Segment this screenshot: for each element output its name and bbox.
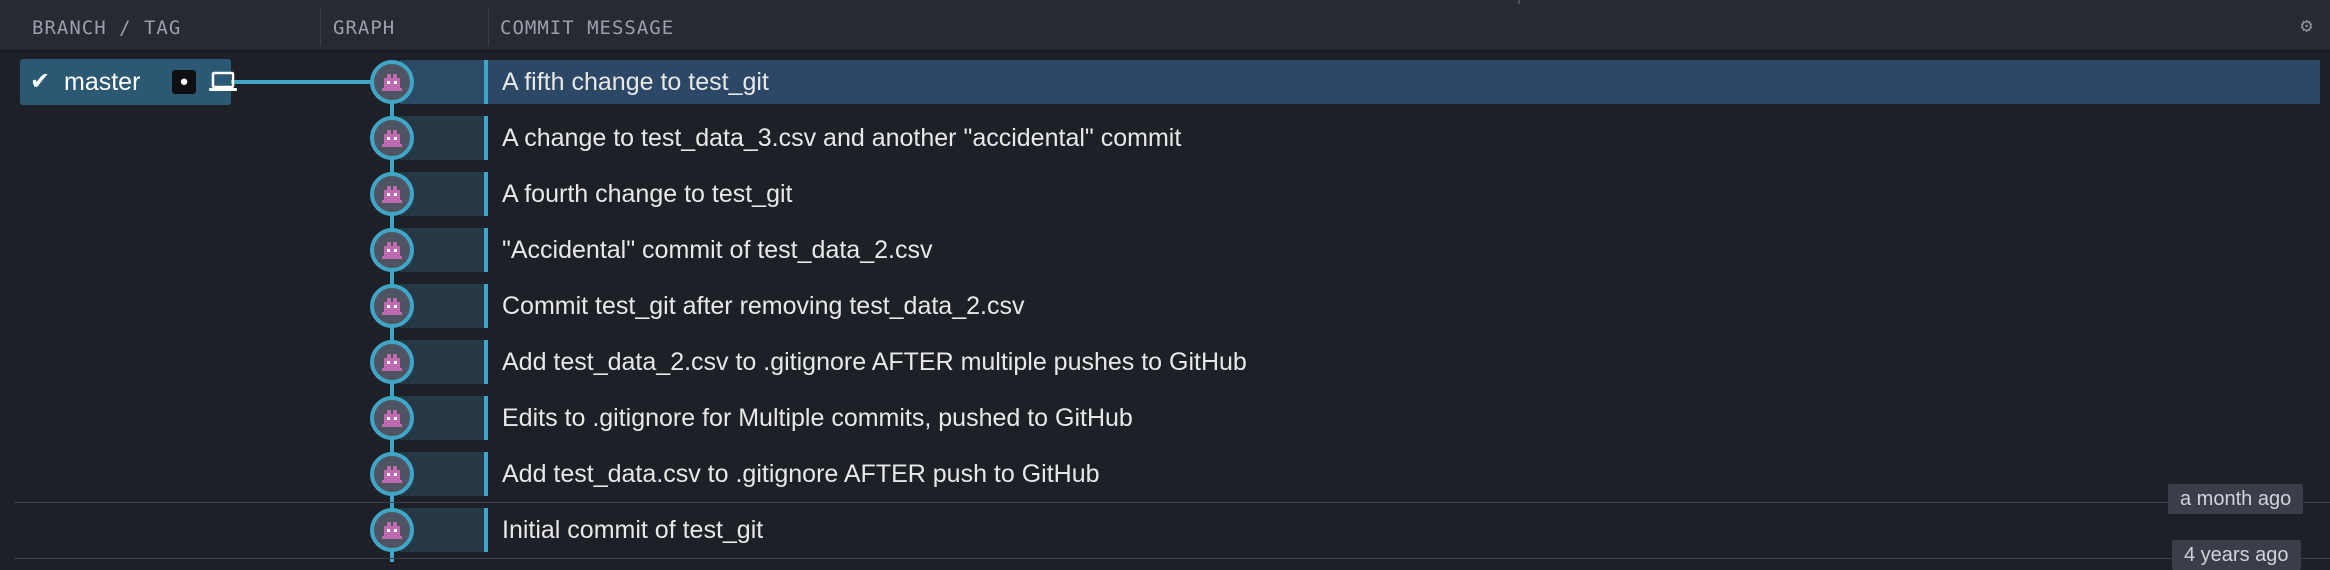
author-avatar-icon[interactable] bbox=[370, 340, 414, 384]
author-avatar-icon[interactable] bbox=[370, 508, 414, 552]
author-avatar-icon[interactable] bbox=[370, 284, 414, 328]
commit-message-header[interactable]: COMMIT MESSAGE bbox=[500, 0, 674, 50]
commit-message: Initial commit of test_git bbox=[502, 516, 764, 544]
branch-tag-header[interactable]: BRANCH / TAG bbox=[32, 0, 181, 50]
gear-icon[interactable]: ⚙ bbox=[2296, 14, 2318, 36]
commit-message: A fifth change to test_git bbox=[502, 68, 769, 96]
commit-message: Add test_data_2.csv to .gitignore AFTER … bbox=[502, 348, 1247, 376]
commit-message: Add test_data.csv to .gitignore AFTER pu… bbox=[502, 460, 1100, 488]
commit-message: A fourth change to test_git bbox=[502, 180, 793, 208]
relative-time-label: 4 years ago bbox=[2172, 540, 2301, 570]
graph-header[interactable]: GRAPH bbox=[333, 0, 395, 50]
author-avatar-icon[interactable] bbox=[370, 228, 414, 272]
commit-row[interactable]: Initial commit of test_git bbox=[0, 502, 2330, 558]
branch-badge-master[interactable]: ✔ master ● bbox=[20, 59, 237, 105]
commit-message: "Accidental" commit of test_data_2.csv bbox=[502, 236, 933, 264]
column-separator[interactable] bbox=[488, 8, 489, 46]
commit-row[interactable]: A change to test_data_3.csv and another … bbox=[0, 110, 2330, 166]
laptop-icon bbox=[208, 71, 238, 98]
github-icon: ● bbox=[172, 70, 196, 94]
commit-row[interactable]: A fourth change to test_git bbox=[0, 166, 2330, 222]
commit-row[interactable]: Commit test_git after removing test_data… bbox=[0, 278, 2330, 334]
author-avatar-icon[interactable] bbox=[370, 396, 414, 440]
commit-message: Commit test_git after removing test_data… bbox=[502, 292, 1025, 320]
date-divider bbox=[14, 502, 2330, 503]
author-avatar-icon[interactable] bbox=[370, 60, 414, 104]
commit-message: A change to test_data_3.csv and another … bbox=[502, 124, 1182, 152]
column-header: BRANCH / TAG GRAPH COMMIT MESSAGE ⚙ bbox=[0, 0, 2330, 51]
commit-row[interactable]: Add test_data_2.csv to .gitignore AFTER … bbox=[0, 334, 2330, 390]
column-separator[interactable] bbox=[320, 8, 321, 46]
author-avatar-icon[interactable] bbox=[370, 452, 414, 496]
commit-message: Edits to .gitignore for Multiple commits… bbox=[502, 404, 1133, 432]
pane-resize-handle[interactable] bbox=[1518, 0, 1520, 4]
check-icon: ✔ bbox=[30, 68, 51, 95]
author-avatar-icon[interactable] bbox=[370, 116, 414, 160]
author-avatar-icon[interactable] bbox=[370, 172, 414, 216]
commit-row[interactable]: "Accidental" commit of test_data_2.csv bbox=[0, 222, 2330, 278]
commit-row[interactable]: Add test_data.csv to .gitignore AFTER pu… bbox=[0, 446, 2330, 502]
commit-row[interactable]: Edits to .gitignore for Multiple commits… bbox=[0, 390, 2330, 446]
commit-row[interactable]: A fifth change to test_git bbox=[0, 54, 2330, 110]
branch-name: master bbox=[64, 68, 141, 96]
relative-time-label: a month ago bbox=[2168, 484, 2304, 514]
date-divider bbox=[14, 558, 2330, 559]
